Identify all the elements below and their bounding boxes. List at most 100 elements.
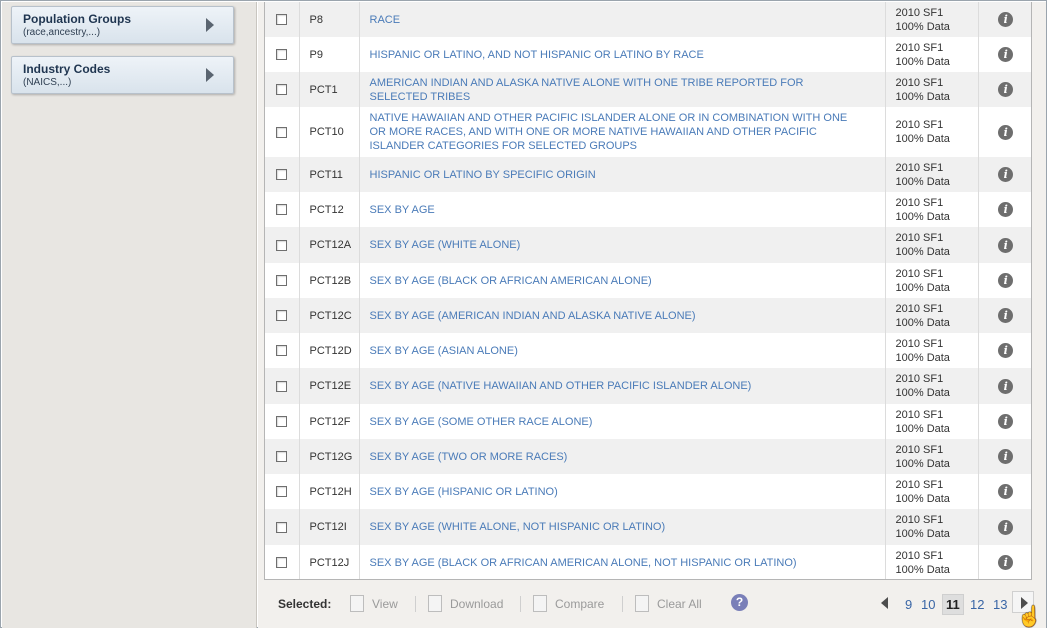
row-checkbox-cell	[265, 368, 300, 404]
info-icon[interactable]: i	[998, 167, 1014, 182]
dataset-type: 100% Data	[895, 422, 950, 435]
table-id: PCT12G	[299, 439, 360, 474]
dataset-type: 100% Data	[895, 387, 950, 399]
row-checkbox[interactable]	[276, 14, 288, 26]
row-checkbox-cell	[265, 509, 300, 545]
table-row: PCT10 NATIVE HAWAIIAN AND OTHER PACIFIC I…	[265, 107, 1031, 157]
table-title-link[interactable]: HISPANIC OR LATINO BY SPECIFIC ORIGIN	[359, 157, 886, 192]
info-icon[interactable]: i	[998, 12, 1014, 27]
table-title-link[interactable]: SEX BY AGE (AMERICAN INDIAN AND ALASKA N…	[359, 298, 886, 333]
row-checkbox[interactable]	[276, 310, 288, 322]
info-icon[interactable]: i	[998, 124, 1014, 140]
pointer-cursor-icon: ☝	[1017, 606, 1042, 628]
table-row: PCT12H SEX BY AGE (HISPANIC OR LATINO) 201…	[265, 474, 1031, 509]
info-cell: i	[978, 439, 1031, 474]
table-title-link[interactable]: SEX BY AGE (BLACK OR AFRICAN AMERICAN AL…	[359, 263, 886, 298]
info-icon[interactable]: i	[998, 378, 1014, 394]
info-icon[interactable]: i	[998, 273, 1014, 288]
industry-codes-button[interactable]: Industry Codes (NAICS,...)	[11, 56, 234, 94]
page-link[interactable]: 13	[993, 597, 1007, 612]
row-checkbox[interactable]	[276, 239, 288, 251]
dataset-type: 100% Data	[895, 492, 950, 505]
dataset-cell: 2010 SF1 100% Data	[885, 72, 979, 107]
table-title-link[interactable]: SEX BY AGE (WHITE ALONE)	[359, 227, 886, 263]
dataset-type: 100% Data	[895, 528, 950, 540]
table-row: PCT12B SEX BY AGE (BLACK OR AFRICAN AMERI…	[265, 263, 1031, 298]
dataset-cell: 2010 SF1 100% Data	[885, 333, 979, 368]
table-title-link[interactable]: RACE	[359, 2, 886, 37]
table-title-link[interactable]: SEX BY AGE (TWO OR MORE RACES)	[359, 439, 886, 474]
table-title-link[interactable]: SEX BY AGE (ASIAN ALONE)	[359, 333, 886, 368]
dataset-cell: 2010 SF1 100% Data	[885, 263, 979, 298]
row-checkbox[interactable]	[276, 169, 288, 181]
page-link[interactable]: 10	[921, 597, 935, 612]
table-row: PCT12D SEX BY AGE (ASIAN ALONE) 2010 SF1 10…	[265, 333, 1031, 368]
dataset-name: 2010 SF1	[895, 161, 944, 174]
population-groups-subtitle: (race,ancestry,...)	[23, 27, 101, 38]
table-row: PCT12C SEX BY AGE (AMERICAN INDIAN AND AL…	[265, 298, 1031, 333]
page-link[interactable]: 9	[905, 597, 912, 612]
table-title-link[interactable]: SEX BY AGE (BLACK OR AFRICAN AMERICAN AL…	[359, 545, 886, 579]
info-icon[interactable]: i	[998, 47, 1014, 62]
table-id: PCT12I	[299, 509, 360, 545]
population-groups-button[interactable]: Population Groups (race,ancestry,...)	[11, 6, 234, 44]
table-row: PCT12F SEX BY AGE (SOME OTHER RACE ALONE)…	[265, 404, 1031, 439]
info-icon[interactable]: i	[998, 82, 1014, 97]
row-checkbox[interactable]	[276, 204, 288, 216]
row-checkbox[interactable]	[276, 345, 288, 357]
vertical-scrollbar[interactable]	[1034, 2, 1042, 579]
table-title-link[interactable]: SEX BY AGE (NATIVE HAWAIIAN AND OTHER PA…	[359, 368, 886, 404]
table-id: PCT12B	[299, 263, 360, 298]
row-checkbox[interactable]	[276, 451, 288, 463]
row-checkbox[interactable]	[276, 557, 288, 569]
info-icon[interactable]: i	[998, 343, 1014, 358]
table-title-link[interactable]: SEX BY AGE (HISPANIC OR LATINO)	[359, 474, 886, 509]
info-icon[interactable]: i	[998, 519, 1014, 535]
info-icon[interactable]: i	[998, 308, 1014, 323]
row-checkbox-cell	[265, 157, 300, 192]
info-icon[interactable]: i	[998, 202, 1014, 217]
row-checkbox-cell	[265, 227, 300, 263]
table-id: PCT12H	[299, 474, 360, 509]
row-checkbox[interactable]	[276, 84, 288, 96]
info-cell: i	[978, 157, 1031, 192]
dataset-cell: 2010 SF1 100% Data	[885, 227, 979, 263]
dataset-cell: 2010 SF1 100% Data	[885, 509, 979, 545]
left-sidebar: Population Groups (race,ancestry,...) In…	[2, 2, 257, 628]
table-title-link[interactable]: HISPANIC OR LATINO, AND NOT HISPANIC OR …	[359, 37, 886, 72]
row-checkbox-cell	[265, 72, 300, 107]
row-checkbox[interactable]	[276, 521, 288, 533]
row-checkbox[interactable]	[276, 380, 288, 392]
table-title-link[interactable]: SEX BY AGE (SOME OTHER RACE ALONE)	[359, 404, 886, 439]
table-title-link[interactable]: SEX BY AGE	[359, 192, 886, 227]
info-icon[interactable]: i	[998, 555, 1014, 570]
table-row: PCT12I SEX BY AGE (WHITE ALONE, NOT HISPA…	[265, 509, 1031, 545]
table-title-link[interactable]: AMERICAN INDIAN AND ALASKA NATIVE ALONE …	[359, 72, 886, 107]
dataset-type: 100% Data	[895, 316, 950, 329]
results-table-container: P8 RACE 2010 SF1 100% Data i P9 HISPANIC OR LA…	[264, 2, 1032, 580]
table-title-link[interactable]: NATIVE HAWAIIAN AND OTHER PACIFIC ISLAND…	[359, 107, 886, 157]
row-checkbox[interactable]	[276, 486, 288, 498]
dataset-cell: 2010 SF1 100% Data	[885, 298, 979, 333]
dataset-type: 100% Data	[895, 351, 950, 364]
row-checkbox-cell	[265, 107, 300, 157]
info-icon[interactable]: i	[998, 237, 1014, 253]
dataset-type: 100% Data	[895, 90, 950, 103]
row-checkbox[interactable]	[276, 126, 288, 138]
table-id: P8	[299, 2, 360, 37]
pagination: 9 10 11 12 13	[264, 594, 1032, 616]
page-link[interactable]: 12	[970, 597, 984, 612]
row-checkbox[interactable]	[276, 49, 288, 61]
table-id: PCT12E	[299, 368, 360, 404]
info-icon[interactable]: i	[998, 414, 1014, 429]
info-icon[interactable]: i	[998, 449, 1014, 464]
row-checkbox[interactable]	[276, 275, 288, 287]
table-title-link[interactable]: SEX BY AGE (WHITE ALONE, NOT HISPANIC OR…	[359, 509, 886, 545]
info-icon[interactable]: i	[998, 484, 1014, 499]
info-cell: i	[978, 2, 1031, 37]
row-checkbox-cell	[265, 298, 300, 333]
main-panel: P8 RACE 2010 SF1 100% Data i P9 HISPANIC OR LA…	[258, 2, 1046, 628]
dataset-type: 100% Data	[895, 246, 950, 258]
row-checkbox[interactable]	[276, 416, 288, 428]
dataset-cell: 2010 SF1 100% Data	[885, 37, 979, 72]
